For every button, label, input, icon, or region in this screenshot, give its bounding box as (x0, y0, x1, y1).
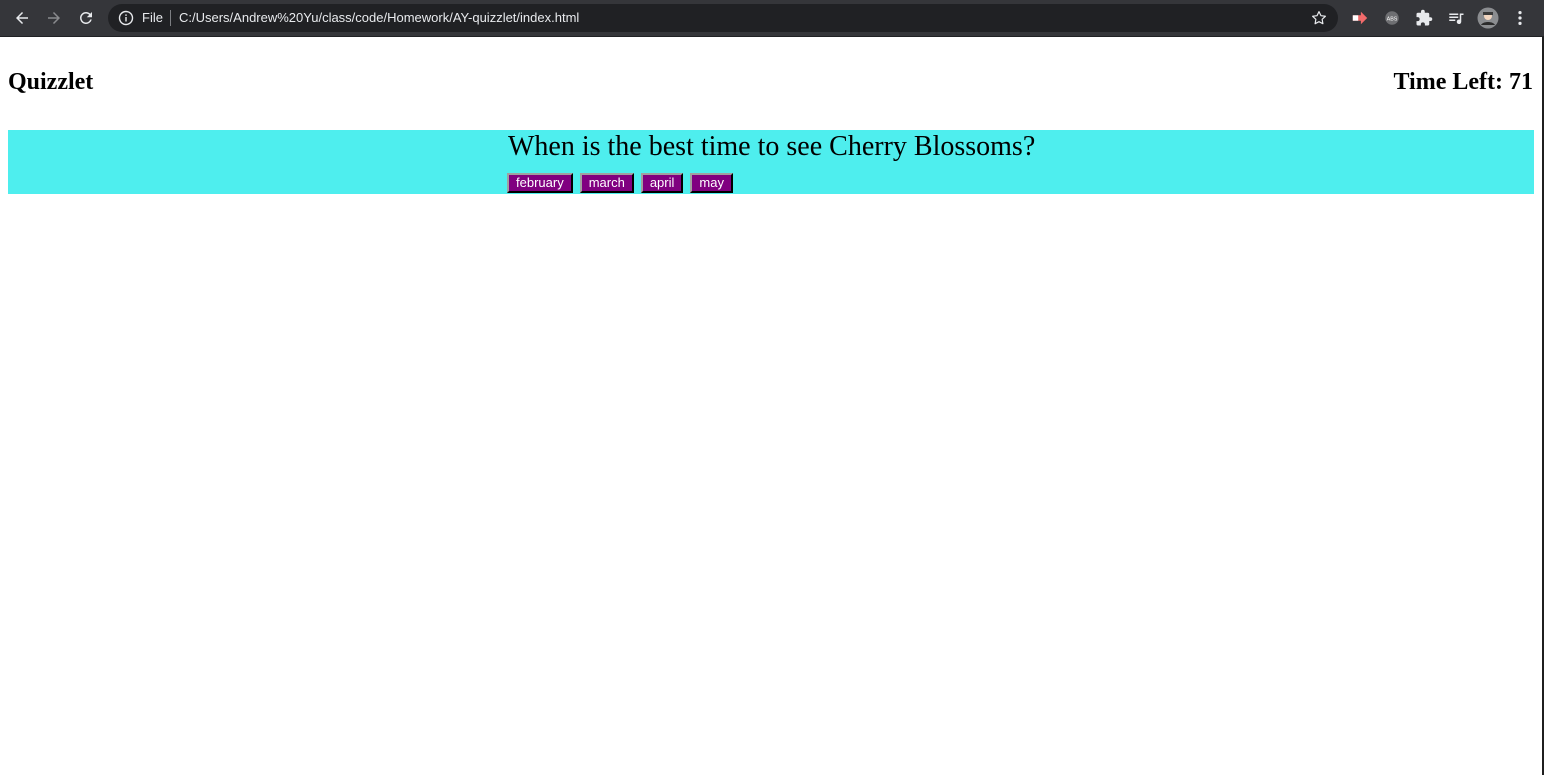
question-text: When is the best time to see Cherry Blos… (508, 131, 1036, 162)
answer-choices: february march april may (507, 173, 733, 193)
forward-arrow-icon[interactable] (42, 6, 66, 30)
svg-text:ABS: ABS (1387, 16, 1398, 22)
omnibox-divider (170, 10, 171, 26)
scheme-label: File (142, 10, 163, 25)
choice-button-march[interactable]: march (579, 173, 634, 193)
profile-avatar[interactable] (1477, 7, 1499, 29)
info-icon[interactable] (118, 10, 134, 26)
choice-button-may[interactable]: may (690, 173, 733, 193)
page-title: Quizzlet (8, 69, 94, 95)
quiz-question-panel: When is the best time to see Cherry Blos… (8, 130, 1534, 194)
time-left-counter: Time Left: 71 (1393, 69, 1533, 95)
back-arrow-icon[interactable] (10, 6, 34, 30)
star-icon[interactable] (1310, 9, 1328, 27)
media-queue-icon[interactable] (1446, 8, 1466, 28)
url-text[interactable]: C:/Users/Andrew%20Yu/class/code/Homework… (179, 10, 579, 26)
extension-icon[interactable] (1350, 8, 1370, 28)
browser-toolbar: File C:/Users/Andrew%20Yu/class/code/Hom… (0, 0, 1544, 37)
address-bar[interactable]: File C:/Users/Andrew%20Yu/class/code/Hom… (108, 4, 1338, 32)
reload-icon[interactable] (74, 6, 98, 30)
puzzle-icon[interactable] (1414, 8, 1434, 28)
adblock-icon[interactable]: ABS (1382, 8, 1402, 28)
menu-dots-icon[interactable] (1510, 8, 1530, 28)
choice-button-february[interactable]: february (507, 173, 573, 193)
choice-button-april[interactable]: april (640, 173, 684, 193)
